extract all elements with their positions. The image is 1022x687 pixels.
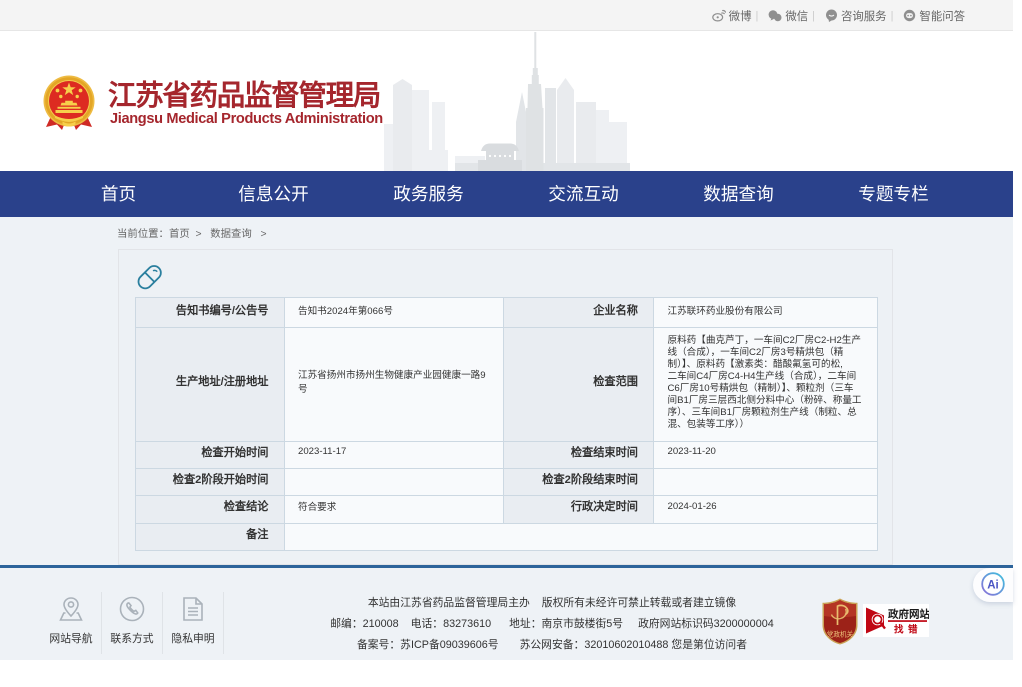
svg-text:Ai: Ai xyxy=(987,580,999,592)
svg-text:党政机关: 党政机关 xyxy=(827,630,854,639)
svg-text:找错: 找错 xyxy=(894,624,922,636)
svg-text:政府网站: 政府网站 xyxy=(888,608,929,621)
